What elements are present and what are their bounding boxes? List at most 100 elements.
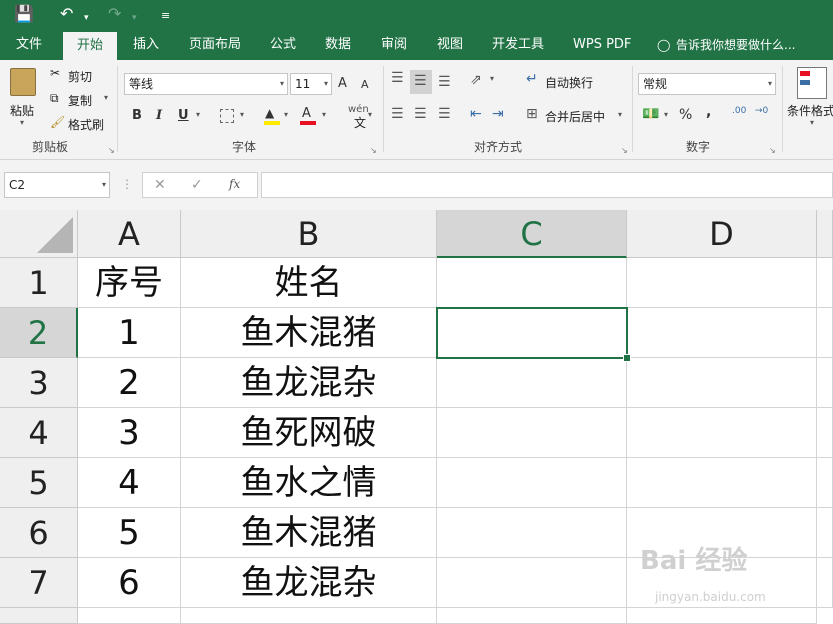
increase-decimal-button[interactable]: .00: [732, 106, 746, 116]
cut-button[interactable]: 剪切: [68, 68, 92, 85]
fill-handle[interactable]: [623, 354, 631, 362]
cell-e2[interactable]: [817, 308, 833, 358]
orientation-dropdown-icon[interactable]: ▾: [490, 74, 494, 83]
align-top-icon[interactable]: ☰: [391, 70, 404, 86]
cell-d4[interactable]: [627, 408, 817, 458]
row-header-5[interactable]: 5: [0, 458, 78, 508]
redo-dropdown-icon[interactable]: ▾: [132, 8, 137, 28]
merge-center-icon[interactable]: ⊞: [526, 106, 538, 122]
number-launcher-icon[interactable]: ↘: [769, 146, 776, 155]
paste-dropdown-icon[interactable]: ▾: [20, 118, 24, 127]
cell-a3[interactable]: 2: [78, 358, 181, 408]
font-color-icon[interactable]: A: [302, 106, 311, 121]
pinyin-dropdown-icon[interactable]: ▾: [368, 110, 372, 119]
cell-a8[interactable]: [78, 608, 181, 624]
formula-input[interactable]: [261, 172, 833, 198]
undo-icon[interactable]: ↶: [60, 4, 73, 24]
cell-a4[interactable]: 3: [78, 408, 181, 458]
clipboard-launcher-icon[interactable]: ↘: [108, 146, 115, 155]
column-header-b[interactable]: B: [181, 210, 437, 258]
cell-b1[interactable]: 姓名: [181, 258, 437, 308]
cell-c3[interactable]: [437, 358, 627, 408]
bold-button[interactable]: B: [132, 108, 142, 123]
cell-c6[interactable]: [437, 508, 627, 558]
row-header-6[interactable]: 6: [0, 508, 78, 558]
merge-dropdown-icon[interactable]: ▾: [618, 110, 622, 119]
tab-insert[interactable]: 插入: [133, 30, 159, 60]
align-center-icon[interactable]: ☰: [414, 106, 427, 122]
cell-c1[interactable]: [437, 258, 627, 308]
orientation-icon[interactable]: ⇗: [470, 72, 482, 88]
column-header-d[interactable]: D: [627, 210, 817, 258]
cell-a2[interactable]: 1: [78, 308, 181, 358]
column-header-c[interactable]: C: [437, 210, 627, 258]
formula-bar-grip-icon[interactable]: ⋮: [121, 177, 133, 191]
currency-icon[interactable]: 💵: [642, 106, 659, 122]
enter-icon[interactable]: ✓: [191, 177, 203, 193]
increase-indent-icon[interactable]: ⇥: [492, 106, 504, 122]
select-all-button[interactable]: [0, 210, 78, 258]
borders-icon[interactable]: [220, 109, 234, 123]
insert-function-button[interactable]: fx: [229, 177, 240, 191]
merge-center-button[interactable]: 合并后居中: [545, 108, 605, 125]
undo-dropdown-icon[interactable]: ▾: [84, 8, 89, 28]
cell-b3[interactable]: 鱼龙混杂: [181, 358, 437, 408]
underline-dropdown-icon[interactable]: ▾: [196, 110, 200, 119]
fill-dropdown-icon[interactable]: ▾: [284, 110, 288, 119]
copy-button[interactable]: 复制: [68, 92, 92, 109]
cell-a7[interactable]: 6: [78, 558, 181, 608]
cancel-icon[interactable]: ✕: [154, 177, 166, 193]
conditional-format-icon[interactable]: [797, 67, 827, 99]
cell-e7[interactable]: [817, 558, 833, 608]
cell-b7[interactable]: 鱼龙混杂: [181, 558, 437, 608]
cell-e4[interactable]: [817, 408, 833, 458]
cell-c5[interactable]: [437, 458, 627, 508]
cell-d3[interactable]: [627, 358, 817, 408]
row-header-7[interactable]: 7: [0, 558, 78, 608]
fill-color-icon[interactable]: ▲: [265, 106, 274, 120]
cell-d8[interactable]: [627, 608, 817, 624]
borders-dropdown-icon[interactable]: ▾: [240, 110, 244, 119]
row-header-8[interactable]: [0, 608, 78, 624]
tab-page-layout[interactable]: 页面布局: [189, 30, 241, 60]
customize-qat-icon[interactable]: ≡: [161, 6, 170, 26]
cell-b2[interactable]: 鱼木混猪: [181, 308, 437, 358]
conditional-format-dropdown-icon[interactable]: ▾: [810, 118, 814, 127]
paste-button[interactable]: 粘贴: [10, 102, 34, 119]
tab-review[interactable]: 审阅: [381, 30, 407, 60]
copy-icon[interactable]: ⧉: [50, 91, 59, 106]
row-header-3[interactable]: 3: [0, 358, 78, 408]
scissors-icon[interactable]: ✂: [50, 66, 60, 80]
cell-c4[interactable]: [437, 408, 627, 458]
grow-font-button[interactable]: A: [338, 76, 347, 91]
font-name-combo[interactable]: 等线 ▾: [124, 73, 288, 95]
cell-b4[interactable]: 鱼死网破: [181, 408, 437, 458]
align-right-icon[interactable]: ☰: [438, 106, 451, 122]
paste-icon[interactable]: [10, 68, 36, 96]
wrap-text-icon[interactable]: ↵: [526, 71, 538, 87]
underline-button[interactable]: U: [178, 108, 189, 123]
save-icon[interactable]: 💾: [14, 4, 34, 24]
align-left-icon[interactable]: ☰: [391, 106, 404, 122]
tab-view[interactable]: 视图: [437, 30, 463, 60]
redo-icon[interactable]: ↷: [108, 4, 121, 24]
cell-d1[interactable]: [627, 258, 817, 308]
cell-a1[interactable]: 序号: [78, 258, 181, 308]
cell-d2[interactable]: [627, 308, 817, 358]
align-bottom-icon[interactable]: ☰: [438, 74, 451, 90]
tab-formulas[interactable]: 公式: [270, 30, 296, 60]
column-header-e[interactable]: [817, 210, 833, 258]
row-header-1[interactable]: 1: [0, 258, 78, 308]
font-color-dropdown-icon[interactable]: ▾: [322, 110, 326, 119]
alignment-launcher-icon[interactable]: ↘: [621, 146, 628, 155]
cell-d5[interactable]: [627, 458, 817, 508]
row-header-2[interactable]: 2: [0, 308, 78, 358]
font-size-combo[interactable]: 11 ▾: [290, 73, 332, 95]
tab-file[interactable]: 文件: [16, 30, 42, 60]
cell-a5[interactable]: 4: [78, 458, 181, 508]
tab-data[interactable]: 数据: [325, 30, 351, 60]
decrease-indent-icon[interactable]: ⇤: [470, 106, 482, 122]
name-box[interactable]: C2 ▾: [4, 172, 110, 198]
font-launcher-icon[interactable]: ↘: [370, 146, 377, 155]
column-header-a[interactable]: A: [78, 210, 181, 258]
